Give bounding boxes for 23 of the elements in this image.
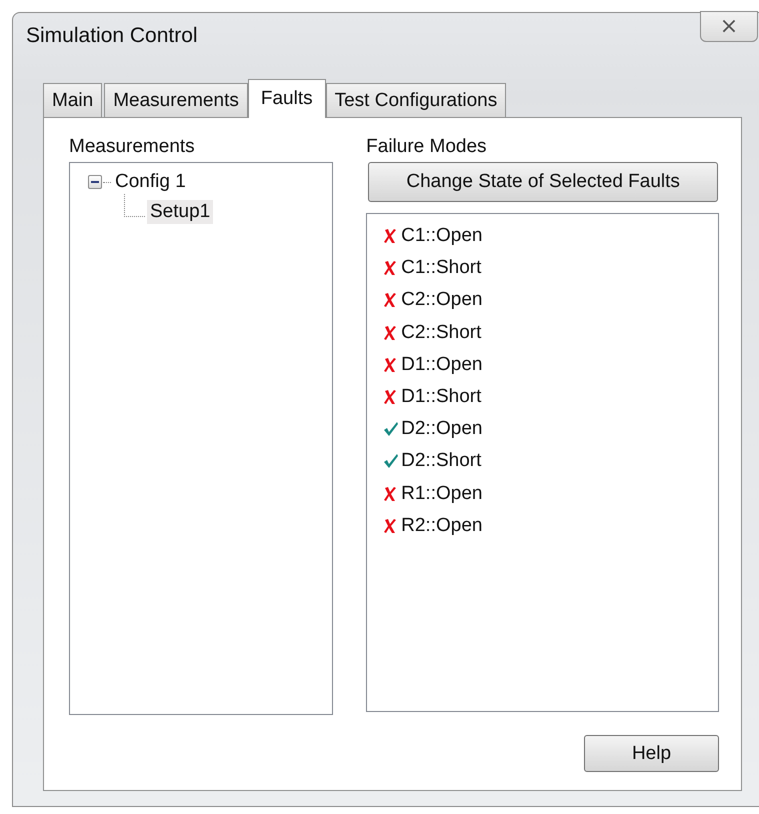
fault-item[interactable]: C1::Open [401, 225, 482, 248]
section-label: Failure Modes [366, 135, 488, 159]
window-title: Simulation Control [26, 24, 198, 48]
tree-item[interactable]: Config 1 [112, 170, 189, 194]
help-button[interactable]: Help [584, 735, 719, 772]
fault-item[interactable]: C2::Short [401, 322, 482, 344]
fault-item[interactable]: D1::Open [401, 354, 482, 376]
fault-item[interactable]: C1::Short [401, 257, 482, 280]
tree-item[interactable]: Setup1 [147, 200, 214, 224]
collapse-icon[interactable] [88, 175, 102, 189]
tab[interactable]: Main [43, 83, 102, 117]
tab[interactable]: Measurements [104, 83, 248, 117]
fault-item[interactable]: R2::Open [401, 514, 482, 537]
fault-item[interactable]: C2::Open [401, 289, 482, 312]
tab[interactable]: Test Configurations [326, 83, 506, 117]
fault-item[interactable]: D2::Short [401, 450, 482, 472]
section-label: Measurements [69, 135, 196, 159]
fault-item[interactable]: D1::Short [401, 386, 482, 408]
close-button[interactable]: ⨯ [700, 11, 758, 42]
fault-item[interactable]: D2::Open [401, 418, 482, 440]
tab[interactable]: Faults [248, 79, 326, 118]
change-state-button[interactable]: Change State of Selected Faults [368, 162, 718, 202]
fault-item[interactable]: R1::Open [401, 482, 482, 505]
